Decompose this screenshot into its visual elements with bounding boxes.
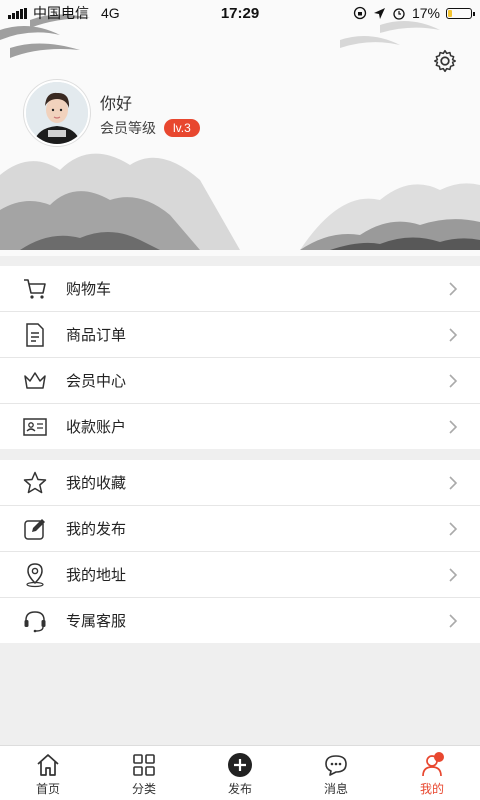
settings-gear-icon[interactable] [432,48,458,74]
tab-label: 分类 [131,782,156,796]
tab-label: 消息 [323,782,348,796]
plus-circle-icon [228,753,252,777]
notification-dot [433,752,444,762]
avatar[interactable] [24,80,90,146]
menu-item-orders[interactable]: 商品订单 [0,312,480,358]
grid-icon [133,754,155,776]
chevron-right-icon [449,475,458,490]
menu-item-label: 我的发布 [66,521,127,538]
menu-item-label: 商品订单 [66,327,127,344]
menu-item-label: 我的收藏 [66,475,127,492]
tab-label: 我的 [419,782,444,796]
menu-group-account: 购物车 商品订单 会员中心 收款账户 [0,266,480,449]
home-icon [37,754,59,776]
chat-bubble-icon [325,755,347,776]
tab-publish[interactable]: 发布 [192,746,288,800]
location-arrow-icon [373,7,385,19]
level-badge: lv.3 [164,119,200,137]
avatar-person-icon [26,82,88,144]
chevron-right-icon [449,373,458,388]
tab-home[interactable]: 首页 [0,746,96,800]
star-icon [22,470,48,496]
menu-item-label: 收款账户 [66,419,127,436]
chevron-right-icon [449,567,458,582]
chevron-right-icon [449,419,458,434]
profile-header: 你好 会员等级 lv.3 [0,0,480,256]
tab-messages[interactable]: 消息 [288,746,384,800]
order-document-icon [22,322,48,348]
tab-label: 首页 [35,782,60,796]
tab-label: 发布 [227,782,252,796]
status-bar: 中国电信 4G 17:29 17% [0,0,480,26]
menu-item-label: 专属客服 [66,613,127,630]
menu-item-my-posts[interactable]: 我的发布 [0,506,480,552]
menu-item-member-center[interactable]: 会员中心 [0,358,480,404]
id-card-icon [22,414,48,440]
chevron-right-icon [449,613,458,628]
cart-icon [22,276,48,302]
location-pin-icon [22,562,48,588]
rotation-lock-icon [353,6,367,20]
menu-item-cart[interactable]: 购物车 [0,266,480,312]
bottom-tab-bar: 首页 分类 发布 消息 我的 [0,745,480,800]
alarm-clock-icon [393,8,405,20]
menu-item-label: 我的地址 [66,567,127,584]
headset-icon [22,608,48,634]
chevron-right-icon [449,281,458,296]
menu-item-customer-service[interactable]: 专属客服 [0,598,480,643]
menu-item-label: 购物车 [66,281,112,298]
battery-percent: 17% [411,5,440,21]
edit-icon [22,516,48,542]
menu-item-favorites[interactable]: 我的收藏 [0,460,480,506]
member-level-row: 会员等级 lv.3 [100,118,200,138]
menu-group-personal: 我的收藏 我的发布 我的地址 专属客服 [0,460,480,643]
crown-icon [22,368,48,394]
tab-mine[interactable]: 我的 [384,746,480,800]
chevron-right-icon [449,521,458,536]
battery-icon [446,7,475,19]
tab-category[interactable]: 分类 [96,746,192,800]
member-level-label: 会员等级 [100,120,156,136]
menu-item-label: 会员中心 [66,373,127,390]
greeting-text: 你好 [100,96,133,113]
menu-item-my-address[interactable]: 我的地址 [0,552,480,598]
menu-item-payment-account[interactable]: 收款账户 [0,404,480,449]
chevron-right-icon [449,327,458,342]
